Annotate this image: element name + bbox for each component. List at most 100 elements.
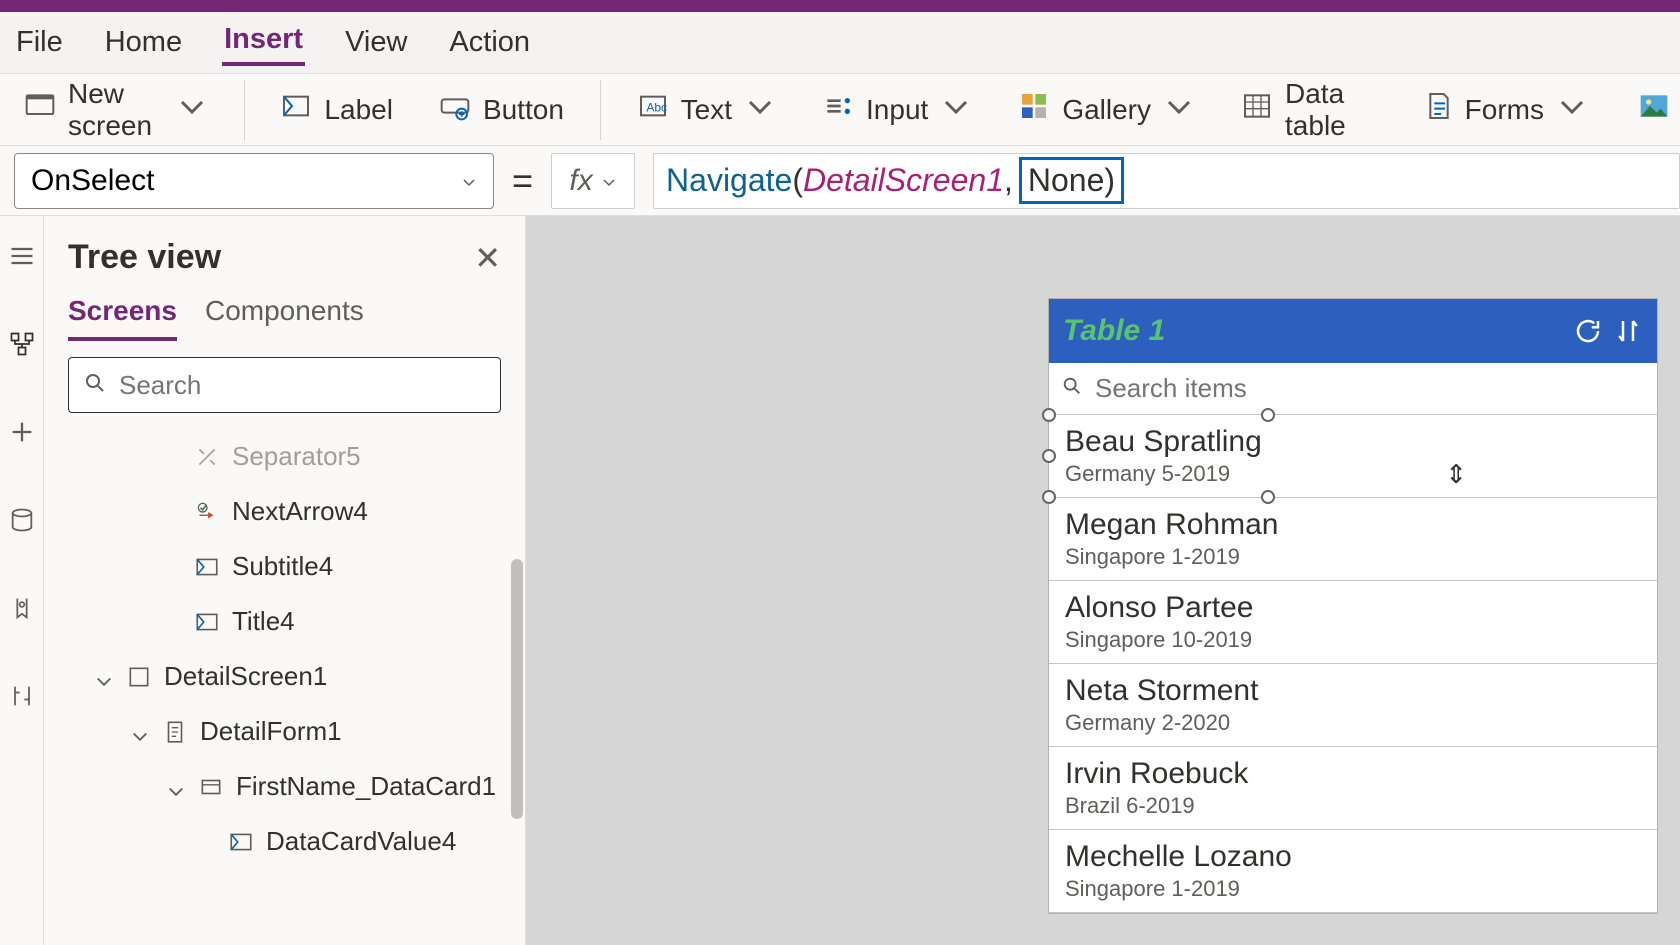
menu-insert[interactable]: Insert bbox=[222, 19, 305, 66]
selection-handle[interactable] bbox=[1042, 449, 1056, 463]
tree-list: Separator5 NextArrow4 Subtitle4 Title4 D… bbox=[44, 429, 525, 945]
label-icon bbox=[280, 90, 312, 129]
plus-icon[interactable] bbox=[8, 418, 36, 446]
tree-item-detailform[interactable]: DetailForm1 bbox=[44, 704, 509, 759]
chevron-down-icon bbox=[940, 90, 972, 129]
datacard-icon bbox=[198, 774, 224, 800]
tree-item-separator[interactable]: Separator5 bbox=[44, 429, 509, 484]
preview-search-input[interactable] bbox=[1095, 373, 1645, 404]
chevron-down-icon bbox=[1556, 90, 1588, 129]
ribbon-separator bbox=[244, 80, 245, 140]
tree-scrollbar[interactable] bbox=[511, 559, 523, 819]
chevron-down-icon bbox=[601, 164, 617, 198]
close-icon[interactable]: ✕ bbox=[474, 239, 501, 277]
gallery-item-subtitle: Singapore 1-2019 bbox=[1065, 876, 1641, 902]
refresh-icon[interactable] bbox=[1573, 316, 1603, 346]
label-icon bbox=[194, 554, 220, 580]
tree-icon[interactable] bbox=[8, 330, 36, 358]
gallery-button[interactable]: Gallery bbox=[1008, 84, 1205, 135]
tree-item-detailscreen[interactable]: DetailScreen1 bbox=[44, 649, 509, 704]
tree-item-label: Separator5 bbox=[232, 441, 361, 472]
datatable-button[interactable]: Data table bbox=[1231, 72, 1385, 148]
input-button[interactable]: Input bbox=[812, 84, 982, 135]
property-dropdown[interactable]: OnSelect bbox=[14, 153, 494, 209]
tree-item-label: Title4 bbox=[232, 606, 295, 637]
tree-view-title: Tree view bbox=[68, 238, 221, 277]
gallery-item[interactable]: Neta StormentGermany 2-2020 bbox=[1049, 664, 1657, 747]
svg-text:Abc: Abc bbox=[646, 100, 667, 114]
gallery-item-subtitle: Singapore 1-2019 bbox=[1065, 544, 1641, 570]
tree-item-nextarrow[interactable]: NextArrow4 bbox=[44, 484, 509, 539]
sort-icon[interactable] bbox=[1613, 316, 1643, 346]
chevron-down-icon[interactable] bbox=[166, 777, 186, 797]
tree-search-input[interactable] bbox=[119, 370, 486, 401]
tree-item-label: FirstName_DataCard1 bbox=[236, 771, 496, 802]
label-label: Label bbox=[324, 94, 393, 126]
menu-home[interactable]: Home bbox=[103, 22, 184, 63]
gallery-item-title: Neta Storment bbox=[1065, 674, 1641, 708]
label-icon bbox=[228, 829, 254, 855]
selection-handle[interactable] bbox=[1261, 490, 1275, 504]
menu-view[interactable]: View bbox=[343, 22, 409, 63]
selection-handle[interactable] bbox=[1261, 408, 1275, 422]
gallery-item-subtitle: Brazil 6-2019 bbox=[1065, 793, 1641, 819]
gallery-label: Gallery bbox=[1062, 94, 1151, 126]
formula-input[interactable]: Navigate(DetailScreen1, None) bbox=[653, 153, 1680, 209]
tree-item-label: DetailForm1 bbox=[200, 716, 342, 747]
canvas[interactable]: Table 1 Beau SpratlingGermany 5-2019⇕Meg… bbox=[526, 216, 1680, 945]
gallery-item[interactable]: Mechelle LozanoSingapore 1-2019 bbox=[1049, 830, 1657, 913]
preview-search[interactable] bbox=[1049, 363, 1657, 415]
tree-search-box[interactable] bbox=[68, 357, 501, 413]
datatable-icon bbox=[1241, 90, 1273, 129]
text-button[interactable]: Abc Text bbox=[627, 84, 786, 135]
label-button[interactable]: Label bbox=[270, 84, 403, 135]
gallery: Beau SpratlingGermany 5-2019⇕Megan Rohma… bbox=[1049, 415, 1657, 913]
tree-item-datacardvalue[interactable]: DataCardValue4 bbox=[44, 814, 509, 869]
main-area: Tree view ✕ Screens Components Separator… bbox=[0, 216, 1680, 945]
tree-view-panel: Tree view ✕ Screens Components Separator… bbox=[44, 216, 526, 945]
datatable-label: Data table bbox=[1285, 78, 1375, 142]
menu-bar: File Home Insert View Action bbox=[0, 12, 1680, 74]
gallery-item-subtitle: Singapore 10-2019 bbox=[1065, 627, 1641, 653]
gallery-item[interactable]: Irvin RoebuckBrazil 6-2019 bbox=[1049, 747, 1657, 830]
chevron-down-icon[interactable] bbox=[130, 722, 150, 742]
tab-screens[interactable]: Screens bbox=[68, 295, 177, 341]
gallery-item-title: Irvin Roebuck bbox=[1065, 757, 1641, 791]
selection-handle[interactable] bbox=[1042, 490, 1056, 504]
tab-components[interactable]: Components bbox=[205, 295, 364, 341]
tree-item-title4[interactable]: Title4 bbox=[44, 594, 509, 649]
new-screen-label: New screen bbox=[68, 78, 164, 142]
nextarrow-icon bbox=[194, 499, 220, 525]
new-screen-button[interactable]: New screen bbox=[14, 72, 218, 148]
chevron-down-icon[interactable] bbox=[94, 667, 114, 687]
gallery-item[interactable]: Megan RohmanSingapore 1-2019 bbox=[1049, 498, 1657, 581]
menu-action[interactable]: Action bbox=[447, 22, 532, 63]
data-icon[interactable] bbox=[8, 506, 36, 534]
ribbon-separator bbox=[600, 80, 601, 140]
gallery-item-title: Megan Rohman bbox=[1065, 508, 1641, 542]
gallery-item-subtitle: Germany 5-2019 bbox=[1065, 461, 1641, 487]
media-icon[interactable] bbox=[8, 594, 36, 622]
preview-header: Table 1 bbox=[1049, 299, 1657, 363]
label-icon bbox=[194, 609, 220, 635]
hamburger-icon[interactable] bbox=[8, 242, 36, 270]
gallery-item[interactable]: Beau SpratlingGermany 5-2019⇕ bbox=[1049, 415, 1657, 498]
menu-file[interactable]: File bbox=[14, 22, 65, 63]
tree-item-subtitle[interactable]: Subtitle4 bbox=[44, 539, 509, 594]
input-label: Input bbox=[866, 94, 928, 126]
app-preview[interactable]: Table 1 Beau SpratlingGermany 5-2019⇕Meg… bbox=[1048, 298, 1658, 914]
tree-item-datacard[interactable]: FirstName_DataCard1 bbox=[44, 759, 509, 814]
media-button[interactable] bbox=[1628, 84, 1680, 135]
input-icon bbox=[822, 90, 854, 129]
selection-handle[interactable] bbox=[1042, 408, 1056, 422]
forms-button[interactable]: Forms bbox=[1411, 84, 1598, 135]
fx-button[interactable]: fx bbox=[551, 153, 635, 209]
gallery-item[interactable]: Alonso ParteeSingapore 10-2019 bbox=[1049, 581, 1657, 664]
text-icon: Abc bbox=[637, 90, 669, 129]
formula-highlighted-arg: None) bbox=[1019, 157, 1124, 204]
tools-icon[interactable] bbox=[8, 682, 36, 710]
button-button[interactable]: Button bbox=[429, 84, 574, 135]
gallery-item-title: Alonso Partee bbox=[1065, 591, 1641, 625]
chevron-down-icon bbox=[461, 164, 477, 198]
property-value: OnSelect bbox=[31, 164, 154, 198]
